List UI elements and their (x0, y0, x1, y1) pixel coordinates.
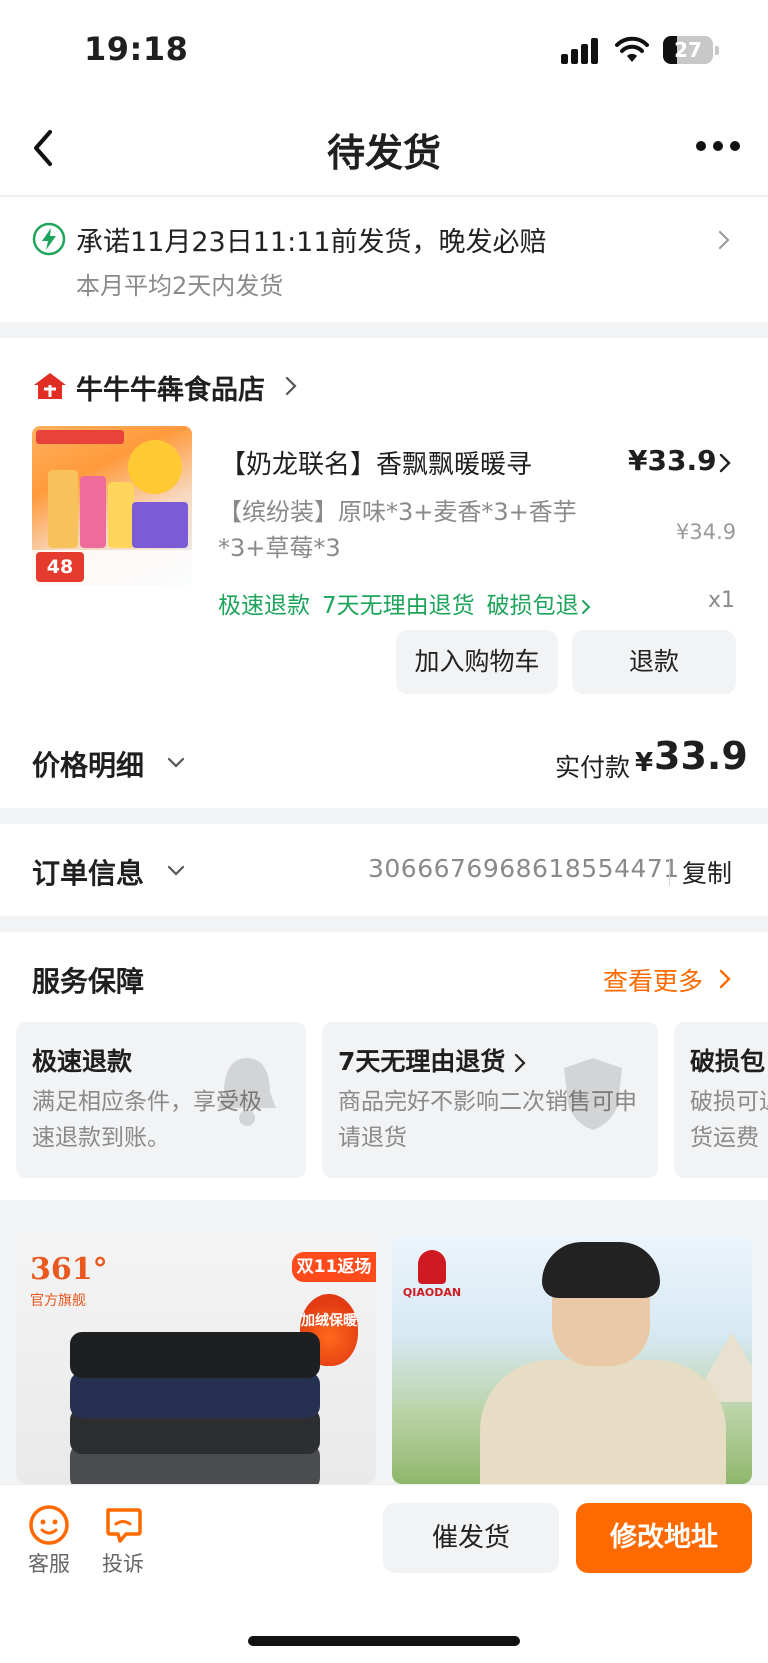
chevron-right-icon[interactable] (718, 968, 732, 990)
brand-logo-qiaodan: QIAODAN (402, 1250, 462, 1299)
mascot-image (128, 440, 182, 494)
promo-badge: 双11返场 (292, 1252, 376, 1282)
lightning-bolt-icon (32, 222, 66, 256)
bell-watermark-icon (218, 1058, 276, 1126)
shipping-promise-card[interactable] (0, 197, 768, 322)
service-card-title: 7天无理由退货 (338, 1042, 526, 1078)
product-spec: 【缤纷装】原味*3+麦香*3+香芋*3+草莓*3 (218, 498, 577, 562)
tag-7day-return: 7天无理由退货 (322, 593, 475, 619)
jumpman-icon (418, 1250, 446, 1284)
shop-name[interactable]: 牛牛牛犇食品店 (76, 368, 265, 407)
customer-service-icon[interactable] (28, 1504, 70, 1546)
guarantee-tags[interactable]: 极速退款 7天无理由退货 破损包退 (218, 586, 591, 620)
thumbnail-price-tag: 48 (36, 552, 84, 582)
urge-shipment-button[interactable]: 催发货 (383, 1503, 559, 1573)
order-info-toggle[interactable]: 订单信息 (32, 852, 144, 892)
shield-watermark-icon (564, 1058, 622, 1130)
service-card-damage-return[interactable]: 破损包 破损可退货运费 (674, 1022, 768, 1178)
home-indicator (248, 1636, 520, 1646)
add-to-cart-button[interactable]: 加入购物车 (396, 630, 558, 694)
product-title[interactable]: 【奶龙联名】香飘飘暖暖寻 (220, 444, 532, 481)
chevron-right-icon[interactable] (716, 228, 732, 252)
copy-order-number-button[interactable]: 复制 (682, 854, 732, 890)
divider (669, 858, 670, 886)
complaint-icon[interactable] (102, 1504, 144, 1546)
price-detail-toggle[interactable]: 价格明细 (32, 744, 144, 784)
service-card-title: 破损包 (690, 1047, 766, 1076)
product-thumbnail[interactable]: 48 (32, 426, 192, 586)
shipping-average-text: 本月平均2天内发货 (76, 272, 284, 300)
service-card-7day-return[interactable]: 7天无理由退货 商品完好不影响二次销售可申请退货 (322, 1022, 658, 1178)
shop-icon (34, 373, 66, 399)
service-guarantee-title: 服务保障 (32, 965, 145, 998)
service-card-title: 极速退款 (32, 1047, 133, 1076)
more-options-icon[interactable] (696, 136, 740, 156)
battery-icon: 27 (663, 36, 719, 64)
service-card-fast-refund[interactable]: 极速退款 满足相应条件，享受极速退款到账。 (16, 1022, 306, 1178)
tag-damage-return: 破损包退 (486, 593, 579, 619)
nav-bar: 待发货 (0, 100, 768, 196)
product-price: ¥33.9 (628, 444, 717, 477)
tag-fast-refund: 极速退款 (218, 593, 310, 619)
chevron-down-icon[interactable] (166, 756, 186, 770)
battery-level: 27 (674, 38, 702, 62)
status-time: 19:18 (84, 30, 189, 68)
recommend-card-qiaodan[interactable]: QIAODAN (392, 1236, 752, 1484)
chevron-down-icon[interactable] (166, 864, 186, 878)
currency-symbol: ¥ (635, 748, 654, 778)
chevron-right-icon (515, 1053, 526, 1073)
model-image (480, 1360, 726, 1484)
chevron-right-icon (581, 599, 591, 614)
order-number: 3066676968618554471 (368, 854, 680, 883)
cellular-signal-icon (561, 38, 599, 64)
order-detail-page: 19:18 27 待发货 承诺11月23日11:11前发货，晚发必赔 本月平均2… (0, 0, 768, 1663)
view-more-link[interactable]: 查看更多 (603, 962, 703, 998)
recommend-card-361[interactable]: 361° 官方旗舰 双11返场 加绒保暖 (16, 1236, 376, 1484)
chevron-right-icon[interactable] (284, 375, 298, 397)
wifi-icon (615, 36, 649, 62)
original-price: ¥34.9 (676, 520, 737, 544)
chevron-right-icon[interactable] (718, 452, 732, 474)
brand-strip (36, 430, 124, 444)
paid-label: 实付款 (555, 753, 631, 782)
shipping-promise-text: 承诺11月23日11:11前发货，晚发必赔 (76, 227, 547, 258)
complaint-label[interactable]: 投诉 (102, 1548, 144, 1578)
paid-amount: 33.9 (654, 734, 748, 778)
quantity: x1 (708, 588, 736, 613)
status-bar: 19:18 27 (0, 0, 768, 100)
refund-button[interactable]: 退款 (572, 630, 736, 694)
change-address-button[interactable]: 修改地址 (576, 1503, 752, 1573)
page-title: 待发货 (326, 131, 441, 175)
customer-service-label[interactable]: 客服 (28, 1548, 70, 1578)
brand-sub: 官方旗舰 (30, 1293, 86, 1309)
brand-logo-361: 361° (30, 1252, 108, 1287)
service-card-desc: 破损可退货运费 (690, 1089, 768, 1151)
